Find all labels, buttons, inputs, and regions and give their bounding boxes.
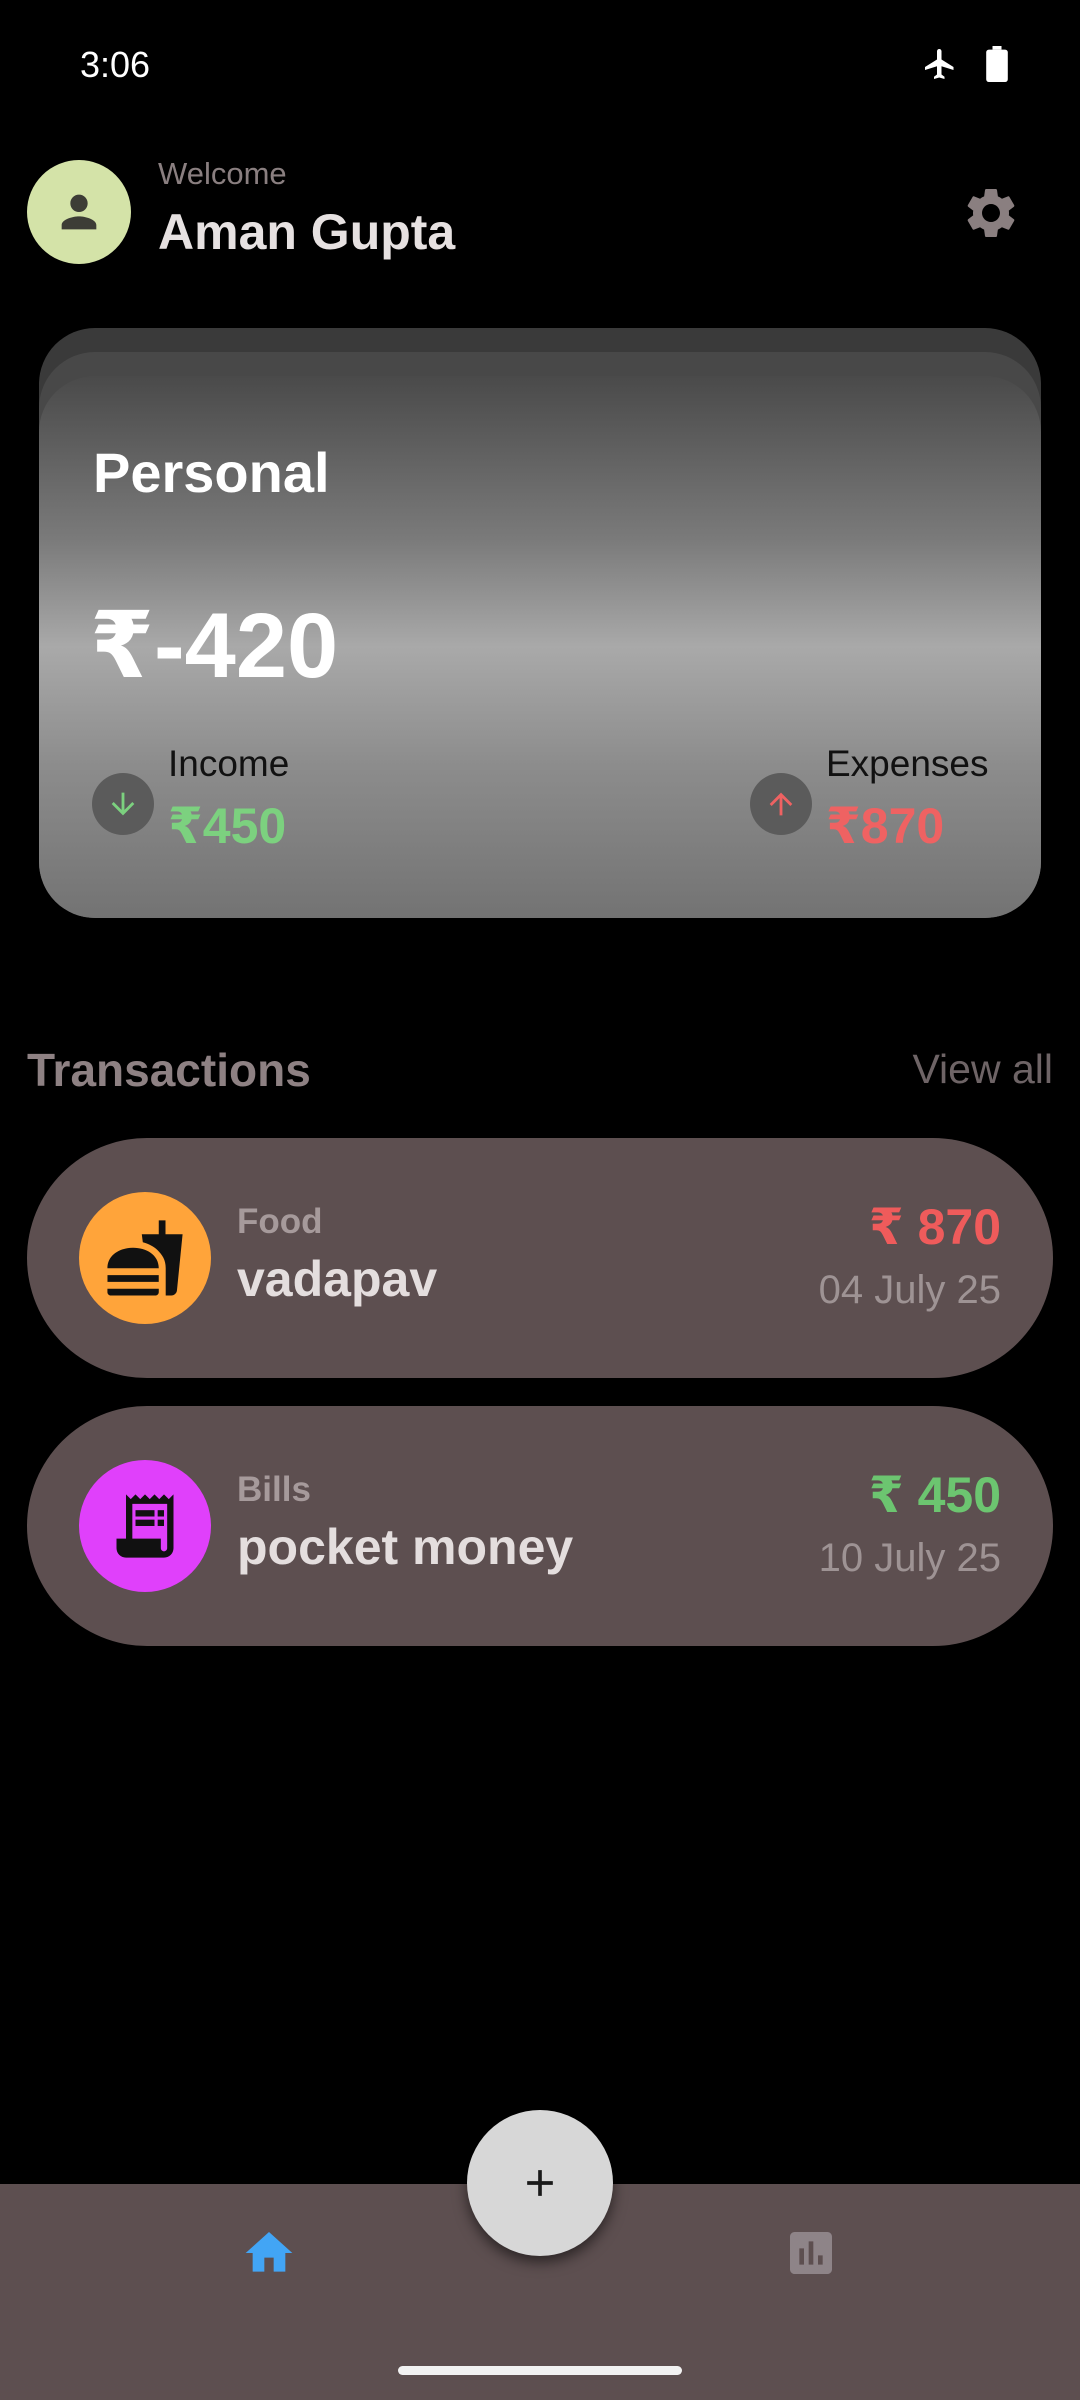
- transaction-category: Food: [237, 1202, 323, 1241]
- person-icon: [61, 194, 97, 230]
- nav-home-button[interactable]: [238, 2222, 300, 2284]
- status-icons: [922, 46, 1008, 82]
- settings-button[interactable]: [960, 182, 1022, 244]
- gear-icon: [967, 189, 1015, 237]
- category-icon-bg: [79, 1460, 211, 1592]
- transactions-title: Transactions: [27, 1044, 311, 1096]
- transaction-amount: ₹ 450: [868, 1467, 1001, 1523]
- expenses-label: Expenses: [826, 743, 989, 784]
- card-title: Personal: [93, 441, 330, 504]
- expense-indicator: [750, 773, 812, 835]
- expenses-amount: ₹870: [826, 798, 945, 854]
- income-indicator: [92, 773, 154, 835]
- status-time: 3:06: [80, 44, 151, 85]
- airplane-mode-icon: [925, 49, 954, 79]
- transaction-category: Bills: [237, 1470, 311, 1509]
- arrow-up-icon: [769, 792, 793, 816]
- view-all-link[interactable]: View all: [912, 1046, 1053, 1093]
- battery-icon: [986, 46, 1008, 82]
- transaction-name: pocket money: [237, 1519, 574, 1575]
- home-screen: 3:06 Welcome Aman Gupta Personal ₹-420 I…: [0, 0, 1080, 2400]
- nav-stats-button[interactable]: [780, 2222, 842, 2284]
- transaction-amount: ₹ 870: [868, 1199, 1001, 1255]
- user-avatar[interactable]: [27, 160, 131, 264]
- transaction-item[interactable]: Food vadapav ₹ 870 04 July 25: [27, 1138, 1053, 1378]
- receipt-icon: [116, 1494, 174, 1558]
- fastfood-icon: [107, 1220, 183, 1296]
- category-icon-bg: [79, 1192, 211, 1324]
- bar-chart-icon: [790, 2232, 832, 2274]
- transaction-date: 04 July 25: [818, 1268, 1001, 1312]
- welcome-label: Welcome: [158, 156, 287, 191]
- income-amount: ₹450: [168, 798, 287, 854]
- transaction-item[interactable]: Bills pocket money ₹ 450 10 July 25: [27, 1406, 1053, 1646]
- income-label: Income: [168, 743, 290, 784]
- add-transaction-button[interactable]: [467, 2110, 613, 2256]
- arrow-down-icon: [111, 792, 135, 816]
- user-name: Aman Gupta: [158, 204, 456, 260]
- transaction-name: vadapav: [237, 1251, 438, 1307]
- card-balance: ₹-420: [90, 595, 339, 697]
- home-indicator[interactable]: [398, 2366, 682, 2375]
- home-icon: [245, 2232, 293, 2272]
- plus-icon: [527, 2170, 553, 2196]
- status-bar: 3:06: [0, 0, 1080, 134]
- transaction-date: 10 July 25: [818, 1536, 1001, 1580]
